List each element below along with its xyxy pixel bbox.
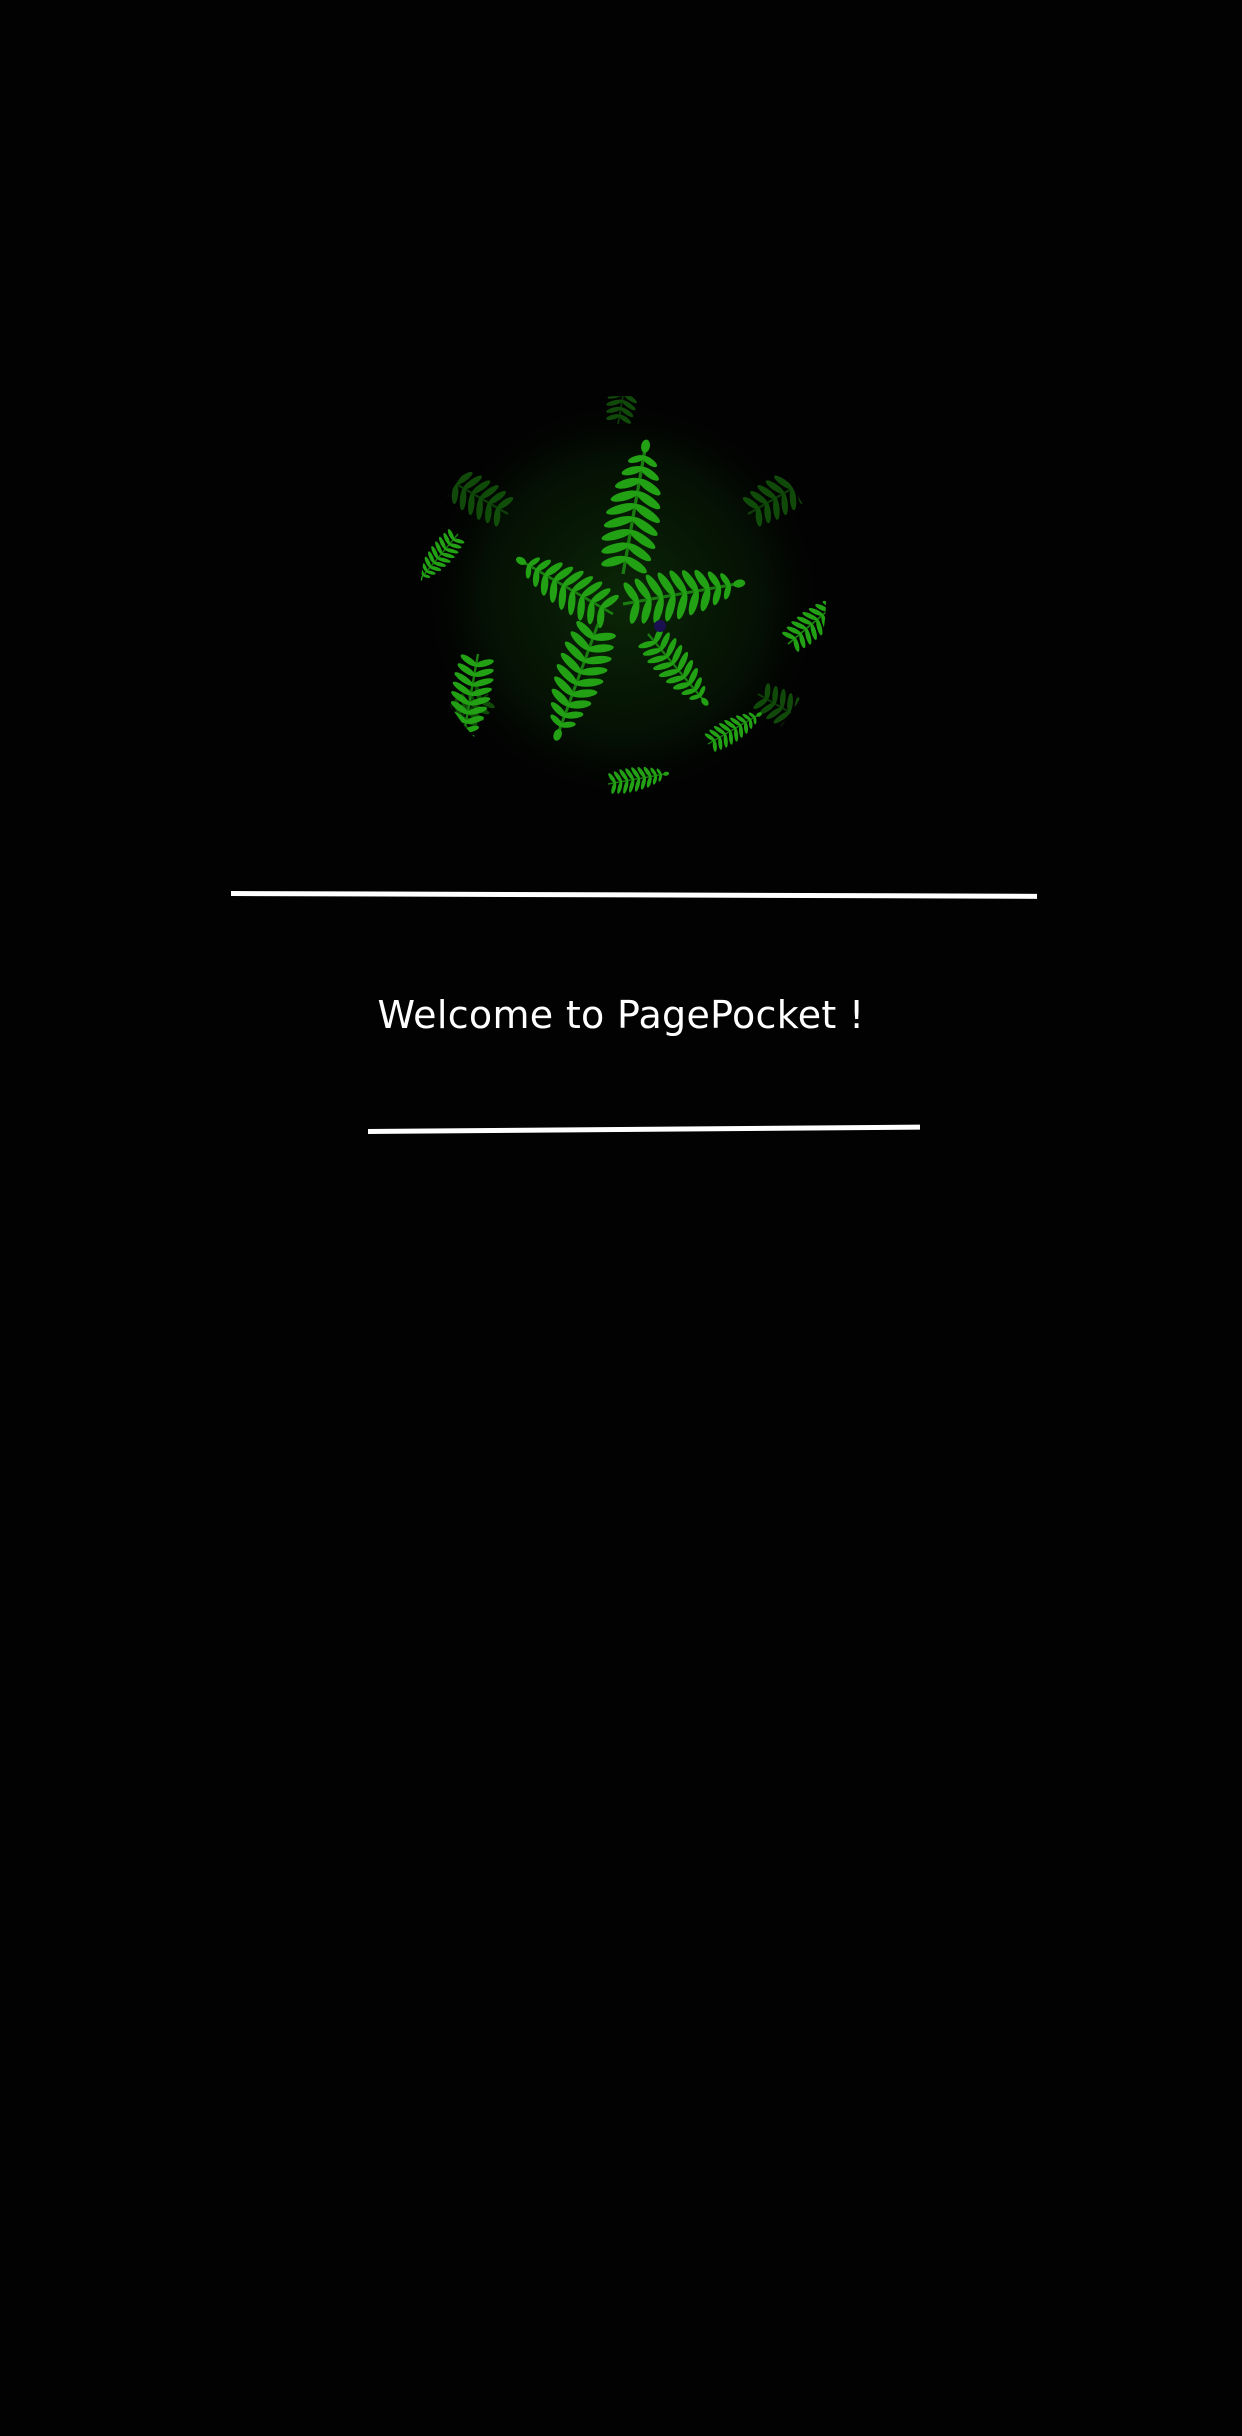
welcome-screen: Welcome to PagePocket !	[0, 0, 1242, 2436]
fern-leaves-globe-icon	[418, 394, 828, 804]
top-divider	[230, 891, 1038, 899]
bottom-divider	[367, 1124, 921, 1134]
welcome-title: Welcome to PagePocket !	[377, 993, 865, 1037]
